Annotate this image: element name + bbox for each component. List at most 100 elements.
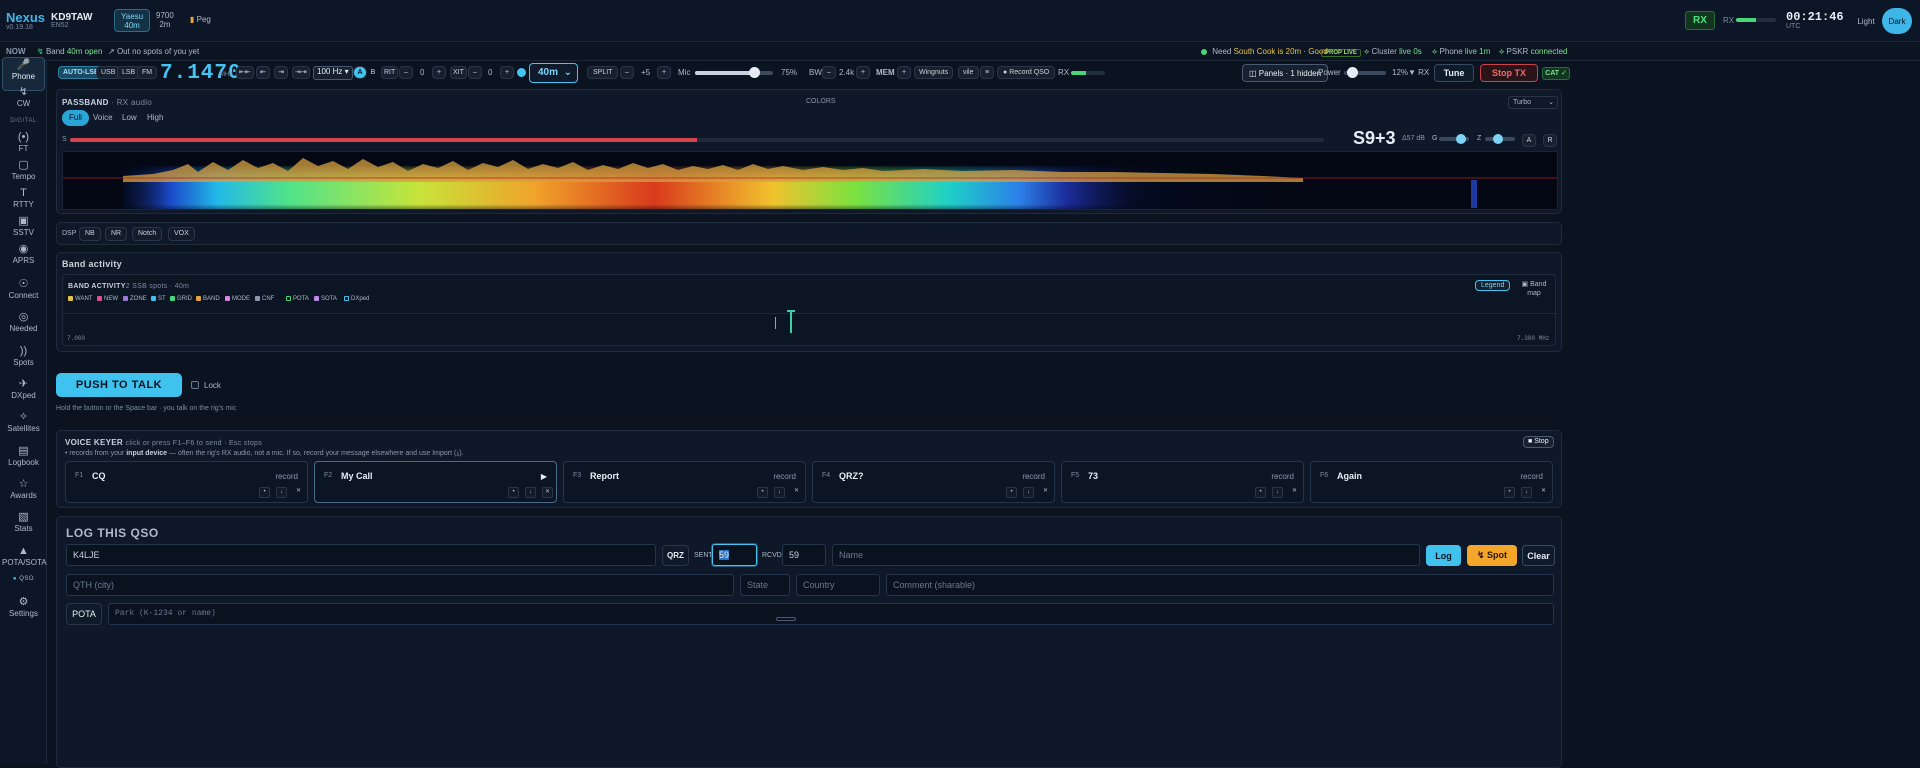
panels-toggle-button[interactable]: ◫ Panels · 1 hidden xyxy=(1242,64,1329,82)
palette-select[interactable]: Turbo ⌄ xyxy=(1508,96,1558,109)
play-icon[interactable]: ▶ xyxy=(541,472,547,481)
slot-record-button[interactable]: record xyxy=(1271,472,1294,481)
pskr-status[interactable]: ⟡ PSKR connected xyxy=(1499,47,1567,57)
tune-up-button[interactable]: ⇥ xyxy=(274,66,288,79)
band-select[interactable]: 40m ⌄ xyxy=(529,63,578,83)
nav-item-aprs[interactable]: ◉ APRS xyxy=(2,242,45,276)
auto-button[interactable]: A xyxy=(1522,134,1536,147)
gain-slider[interactable] xyxy=(1439,134,1469,144)
tune-down-fast-button[interactable]: ⇤⇤ xyxy=(236,66,254,79)
keyer-slot-f2[interactable]: F2 My Call ▶ • ↓ ✕ xyxy=(314,461,557,503)
legend-toggle-button[interactable]: Legend xyxy=(1475,280,1511,291)
gain-thumb[interactable] xyxy=(1456,134,1466,144)
zoom-thumb[interactable] xyxy=(1493,134,1503,144)
power-slider[interactable] xyxy=(1344,67,1386,78)
resize-handle[interactable] xyxy=(776,617,796,621)
vfo-b-button[interactable]: B xyxy=(366,66,380,79)
mode-fm-button[interactable]: FM xyxy=(137,66,158,79)
spot-marker[interactable] xyxy=(790,311,792,333)
clear-button[interactable]: Clear xyxy=(1522,545,1555,566)
import-icon[interactable]: ↓ xyxy=(1272,487,1283,498)
rit-plus-button[interactable]: + xyxy=(432,66,446,79)
import-icon[interactable]: ↓ xyxy=(1521,487,1532,498)
theme-light-button[interactable]: Light xyxy=(1852,12,1880,30)
slot-record-button[interactable]: record xyxy=(1022,472,1045,481)
close-icon[interactable]: ✕ xyxy=(542,487,553,498)
vox-button[interactable]: VOX xyxy=(168,227,195,241)
zoom-slider[interactable] xyxy=(1485,134,1515,144)
import-icon[interactable]: ↓ xyxy=(774,487,785,498)
close-icon[interactable]: ✕ xyxy=(1040,487,1051,498)
tune-up-fast-button[interactable]: ⇥⇥ xyxy=(292,66,310,79)
rit-minus-button[interactable]: – xyxy=(399,66,413,79)
close-icon[interactable]: ✕ xyxy=(1289,487,1300,498)
ptt-lock-checkbox[interactable] xyxy=(191,381,199,389)
import-icon[interactable]: ↓ xyxy=(276,487,287,498)
record-dot-icon[interactable]: • xyxy=(1255,487,1266,498)
record-dot-icon[interactable]: • xyxy=(1504,487,1515,498)
xit-plus-button[interactable]: + xyxy=(500,66,514,79)
record-dot-icon[interactable]: • xyxy=(508,487,519,498)
band-map-button[interactable]: ▣ Band map xyxy=(1513,280,1555,297)
waterfall-display[interactable] xyxy=(62,151,1558,210)
rst-rcvd-field[interactable]: 59 xyxy=(782,544,826,566)
record-dot-icon[interactable]: • xyxy=(757,487,768,498)
qrz-lookup-button[interactable]: QRZ xyxy=(662,545,689,566)
keyer-slot-f3[interactable]: F3 Report record • ↓ ✕ xyxy=(563,461,806,503)
band-status[interactable]: ↯ Band 40m open xyxy=(37,47,102,56)
bandwidth-minus-button[interactable]: – xyxy=(822,66,836,79)
push-to-talk-button[interactable]: PUSH TO TALK xyxy=(56,373,182,397)
vfo-a-button[interactable]: A xyxy=(353,66,367,79)
nav-item-logbook[interactable]: ▤ Logbook xyxy=(2,444,45,478)
split-plus-button[interactable]: + xyxy=(657,66,671,79)
power-thumb[interactable] xyxy=(1347,67,1359,78)
nav-item-cw[interactable]: ↯ CW xyxy=(2,85,45,119)
rit-toggle-button[interactable]: RIT xyxy=(381,66,399,79)
nb-button[interactable]: NB xyxy=(79,227,101,241)
nav-item-needed[interactable]: ◎ Needed xyxy=(2,310,45,344)
slot-record-button[interactable]: record xyxy=(1520,472,1543,481)
keyer-slot-f5[interactable]: F5 73 record • ↓ ✕ xyxy=(1061,461,1304,503)
out-status[interactable]: ↗ Out no spots of you yet xyxy=(108,47,199,56)
reset-button[interactable]: R xyxy=(1543,134,1557,147)
memory-add-button[interactable]: + xyxy=(897,66,911,79)
nav-item-satellites[interactable]: ✧ Satellites xyxy=(2,410,45,444)
keyer-slot-f1[interactable]: F1 CQ record • ↓ ✕ xyxy=(65,461,308,503)
xit-minus-button[interactable]: – xyxy=(468,66,482,79)
theme-dark-button[interactable]: Dark xyxy=(1882,8,1912,34)
notch-button[interactable]: Notch xyxy=(132,227,163,241)
nav-item-spots[interactable]: )) Spots xyxy=(2,344,45,378)
mic-gain-slider[interactable] xyxy=(695,67,773,78)
close-icon[interactable]: ✕ xyxy=(1538,487,1549,498)
nav-item-pota-sota[interactable]: ▲ POTA/SOTA xyxy=(2,544,47,578)
cluster-status[interactable]: ⟡ Cluster live 0s xyxy=(1364,47,1422,57)
memory-list-button[interactable]: ≡ xyxy=(980,66,994,79)
record-qso-button[interactable]: ● Record QSO xyxy=(997,66,1056,79)
mic-gain-thumb[interactable] xyxy=(748,67,760,78)
nav-item-settings[interactable]: ⚙ Settings xyxy=(2,595,45,629)
import-icon[interactable]: ↓ xyxy=(525,487,536,498)
comment-field[interactable]: Comment (sharable) xyxy=(886,574,1554,596)
park-field[interactable]: Park (K-1234 or name) xyxy=(108,603,1554,625)
callsign-field[interactable]: K4LJE xyxy=(66,544,656,566)
tuning-step-select[interactable]: 100 Hz ▾ xyxy=(313,66,353,80)
slot-record-button[interactable]: record xyxy=(275,472,298,481)
pota-toggle-button[interactable]: POTA xyxy=(66,603,102,625)
rig-chip-peg[interactable]: ▮ Peg xyxy=(190,15,211,24)
rig-chip-yaesu[interactable]: Yaesu 40m xyxy=(114,9,151,32)
qso-indicator[interactable]: ● QSO xyxy=(0,576,47,582)
need-status[interactable]: Need South Cook is 20m · Good xyxy=(1201,47,1328,56)
spot-marker[interactable] xyxy=(775,317,776,329)
slot-record-button[interactable]: record xyxy=(773,472,796,481)
keyer-slot-f4[interactable]: F4 QRZ? record • ↓ ✕ xyxy=(812,461,1055,503)
stop-tx-button[interactable]: Stop TX xyxy=(1480,64,1538,82)
tune-down-button[interactable]: ⇤ xyxy=(256,66,270,79)
import-icon[interactable]: ↓ xyxy=(1023,487,1034,498)
nr-button[interactable]: NR xyxy=(105,227,128,241)
filter-full-button[interactable]: Full xyxy=(62,110,89,126)
close-icon[interactable]: ✕ xyxy=(791,487,802,498)
keyer-stop-button[interactable]: ■ Stop xyxy=(1523,436,1554,448)
spot-button[interactable]: ↯ Spot xyxy=(1467,545,1517,566)
log-button[interactable]: Log xyxy=(1426,545,1461,566)
country-field[interactable]: Country xyxy=(796,574,880,596)
